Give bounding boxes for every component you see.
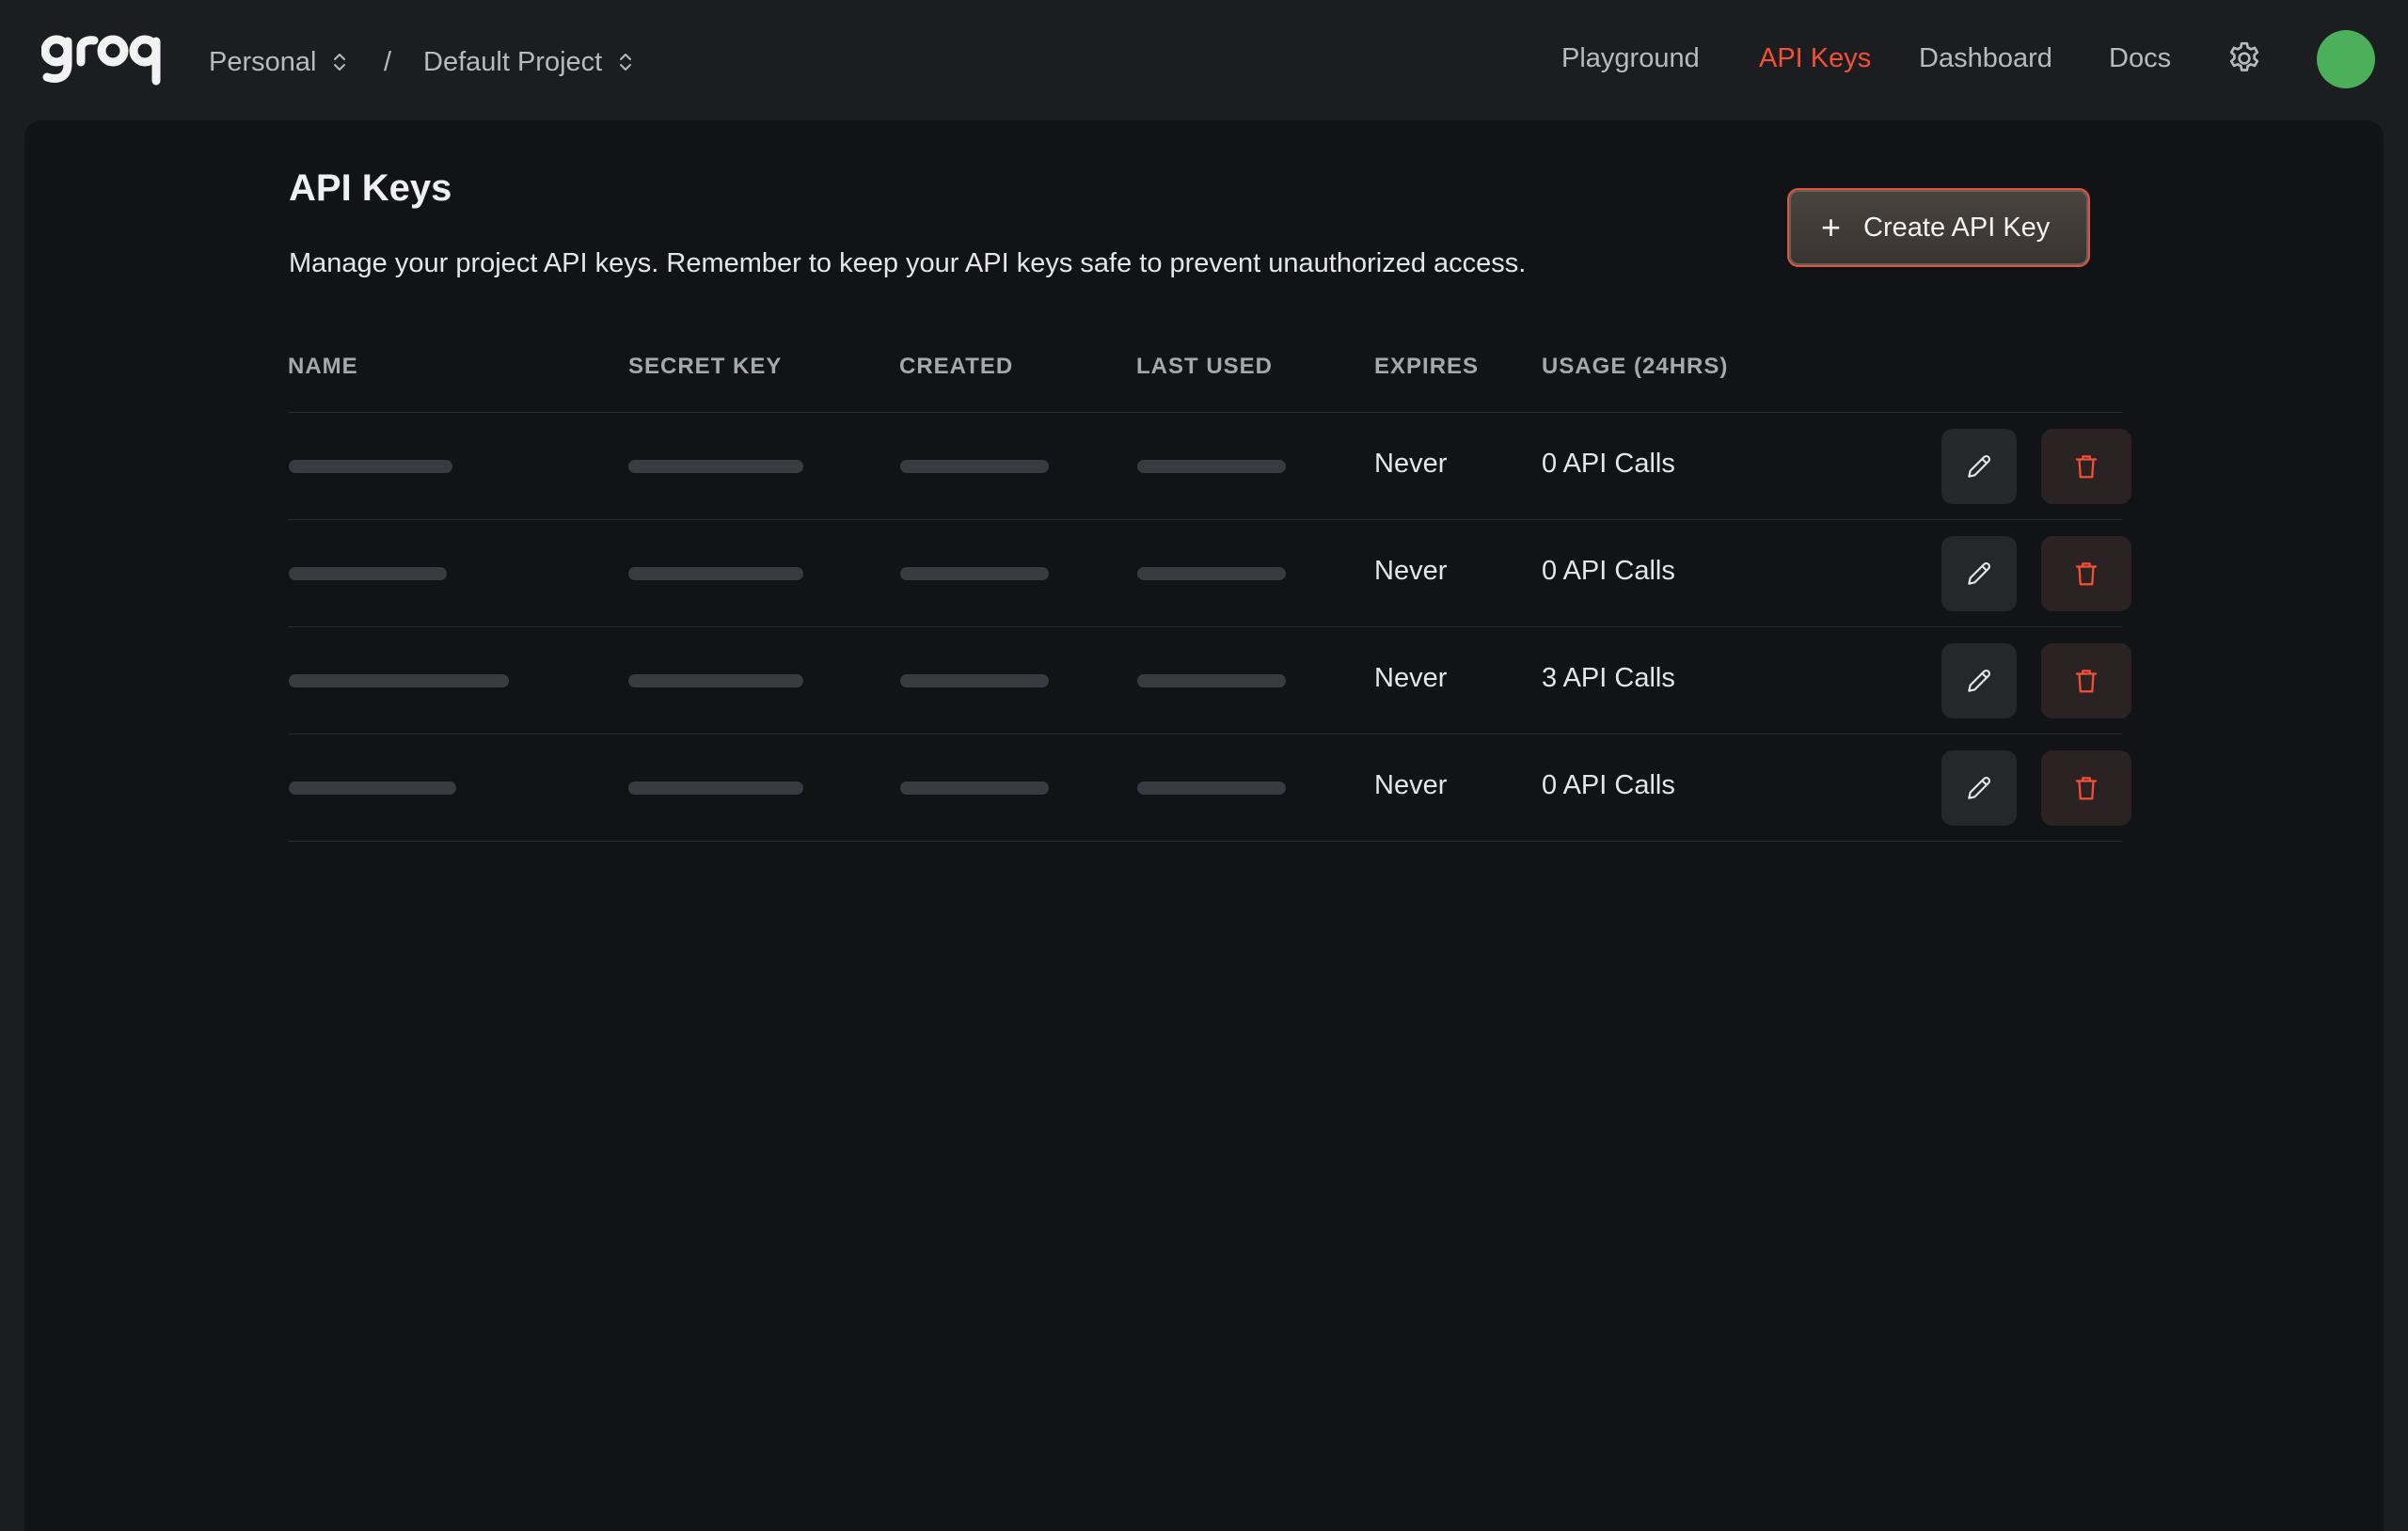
- secret-key-placeholder: [628, 781, 803, 795]
- name-placeholder: [289, 460, 452, 473]
- pencil-icon: [1968, 776, 1991, 799]
- create-api-key-label: Create API Key: [1863, 212, 2051, 243]
- delete-key-button[interactable]: [2041, 750, 2131, 826]
- column-header-expires: EXPIRES: [1374, 354, 1480, 379]
- last-used-placeholder: [1137, 674, 1286, 687]
- name-placeholder: [289, 781, 456, 795]
- edit-key-button[interactable]: [1941, 750, 2017, 826]
- created-placeholder: [900, 567, 1049, 580]
- edit-key-button[interactable]: [1941, 643, 2017, 718]
- page-description: Manage your project API keys. Remember t…: [289, 248, 1527, 278]
- nav-playground[interactable]: Playground: [1561, 38, 1700, 79]
- trash-icon: [2075, 455, 2098, 479]
- table-row: Never 0 API Calls: [288, 520, 2131, 627]
- created-placeholder: [900, 781, 1049, 795]
- name-placeholder: [289, 674, 509, 687]
- pencil-icon: [1968, 561, 1991, 585]
- delete-key-button[interactable]: [2041, 536, 2131, 611]
- last-used-placeholder: [1137, 460, 1286, 473]
- usage-cell: 0 API Calls: [1542, 556, 1675, 586]
- org-selector-label: Personal: [209, 46, 317, 77]
- delete-key-button[interactable]: [2041, 429, 2131, 504]
- pencil-icon: [1968, 454, 1991, 478]
- nav-docs[interactable]: Docs: [2109, 38, 2171, 79]
- usage-cell: 3 API Calls: [1542, 663, 1675, 693]
- chevron-updown-icon: [334, 54, 346, 71]
- column-header-secret-key: SECRET KEY: [628, 354, 783, 379]
- column-header-name: NAME: [288, 354, 358, 379]
- usage-cell: 0 API Calls: [1542, 449, 1675, 479]
- last-used-placeholder: [1137, 781, 1286, 795]
- project-selector[interactable]: Default Project: [423, 41, 632, 83]
- org-selector[interactable]: Personal: [209, 41, 346, 83]
- chevron-updown-icon: [620, 54, 632, 71]
- edit-key-button[interactable]: [1941, 429, 2017, 504]
- last-used-placeholder: [1137, 567, 1286, 580]
- page-title: API Keys: [289, 167, 452, 209]
- top-navigation: groq Personal / Default Project Playgrou…: [0, 0, 2408, 120]
- edit-key-button[interactable]: [1941, 536, 2017, 611]
- delete-key-button[interactable]: [2041, 643, 2131, 718]
- trash-icon: [2075, 777, 2098, 800]
- name-placeholder: [289, 567, 447, 580]
- table-header: NAME SECRET KEY CREATED LAST USED EXPIRE…: [288, 333, 2122, 413]
- secret-key-placeholder: [628, 674, 803, 687]
- column-header-created: CREATED: [899, 354, 1014, 379]
- pencil-icon: [1968, 669, 1991, 692]
- nav-api-keys[interactable]: API Keys: [1759, 38, 1871, 79]
- usage-cell: 0 API Calls: [1542, 770, 1675, 800]
- user-avatar[interactable]: [2317, 30, 2375, 88]
- table-row: Never 0 API Calls: [288, 413, 2131, 520]
- column-header-usage: USAGE (24HRS): [1542, 354, 1729, 379]
- trash-icon: [2075, 562, 2098, 586]
- created-placeholder: [900, 460, 1049, 473]
- secret-key-placeholder: [628, 460, 803, 473]
- created-placeholder: [900, 674, 1049, 687]
- breadcrumb-separator: /: [384, 46, 392, 77]
- table-row: Never 0 API Calls: [288, 734, 2131, 842]
- gear-icon[interactable]: [2226, 39, 2263, 77]
- groq-logo[interactable]: groq: [41, 26, 167, 94]
- expires-cell: Never: [1374, 449, 1448, 479]
- nav-dashboard[interactable]: Dashboard: [1919, 38, 2052, 79]
- expires-cell: Never: [1374, 663, 1448, 693]
- table-row: Never 3 API Calls: [288, 627, 2131, 734]
- plus-icon: +: [1821, 208, 1842, 246]
- trash-icon: [2075, 670, 2098, 693]
- main-panel: API Keys Manage your project API keys. R…: [24, 120, 2384, 1531]
- expires-cell: Never: [1374, 770, 1448, 800]
- column-header-last-used: LAST USED: [1136, 354, 1274, 379]
- api-keys-table: NAME SECRET KEY CREATED LAST USED EXPIRE…: [288, 333, 2131, 842]
- expires-cell: Never: [1374, 556, 1448, 586]
- project-selector-label: Default Project: [423, 46, 603, 77]
- secret-key-placeholder: [628, 567, 803, 580]
- create-api-key-button[interactable]: + Create API Key: [1787, 188, 2090, 267]
